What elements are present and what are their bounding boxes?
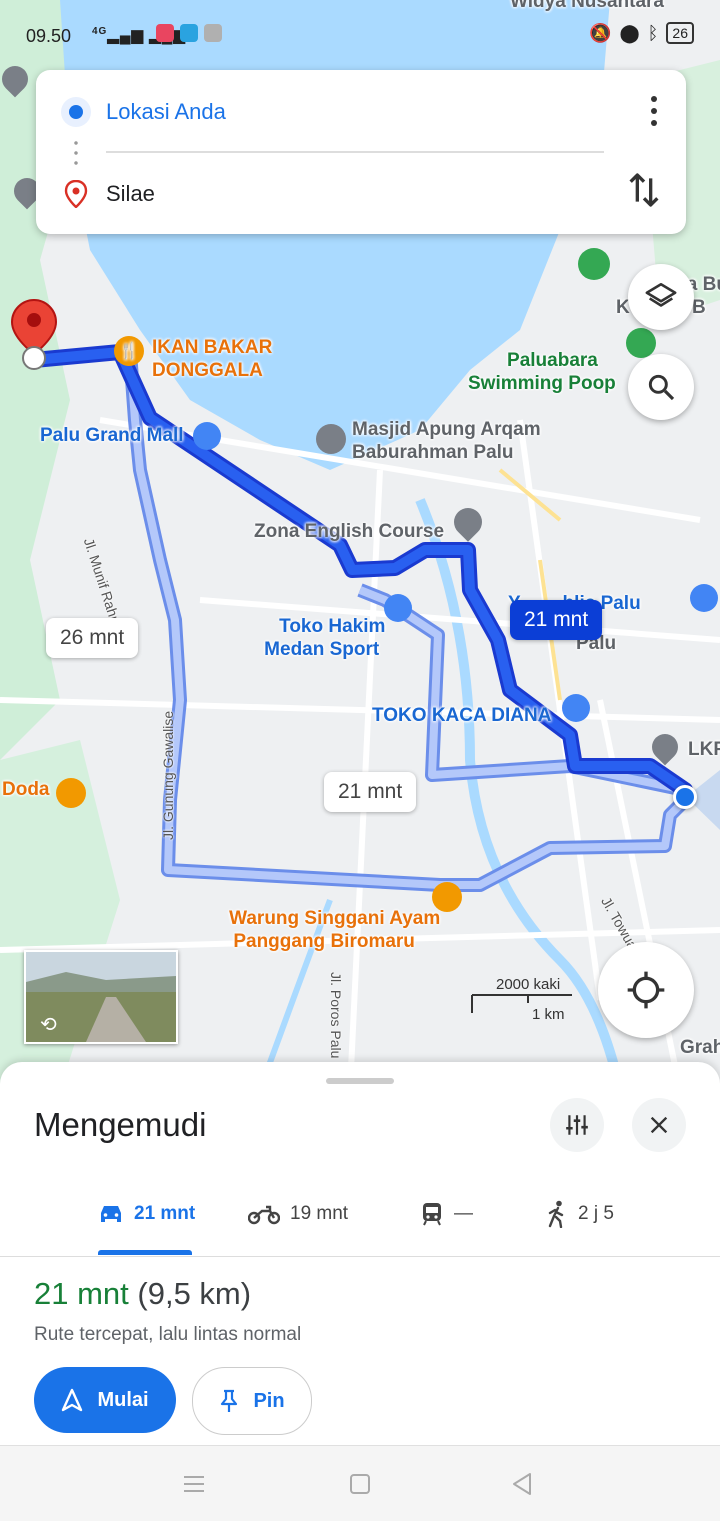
- current-location-dot: [673, 785, 697, 809]
- telegram-icon: [180, 24, 198, 42]
- poi-zona-english[interactable]: Zona English Course: [254, 520, 444, 543]
- pin-icon: [221, 1389, 238, 1412]
- search-icon: [648, 374, 675, 401]
- tab-motorcycle[interactable]: 19 mnt: [248, 1194, 348, 1234]
- bluetooth-icon: ᛒ: [647, 22, 659, 43]
- rotate-360-icon: ⟲: [40, 1014, 57, 1036]
- destination-row[interactable]: Silae: [36, 174, 686, 214]
- search-along-route-button[interactable]: [628, 354, 694, 420]
- origin-dot-icon: [69, 105, 83, 119]
- sheet-title: Mengemudi: [34, 1106, 207, 1143]
- poi-masjid[interactable]: Masjid Apung Arqam Baburahman Palu: [316, 418, 541, 464]
- route-options-button[interactable]: [550, 1098, 604, 1152]
- walk-icon: [548, 1200, 564, 1228]
- music-icon: [156, 24, 174, 42]
- poi-grah: Grah: [680, 1037, 720, 1058]
- tab-walk[interactable]: 2 j 5: [546, 1194, 614, 1234]
- poi-paluabara[interactable]: Paluabara Swimming Poop: [468, 326, 616, 418]
- mosque-icon: [316, 424, 346, 454]
- crosshair-icon: [627, 971, 665, 1009]
- route-duration: 21 mnt: [34, 1276, 129, 1311]
- home-icon[interactable]: [348, 1472, 372, 1496]
- menu-icon[interactable]: [182, 1473, 206, 1495]
- start-navigation-button[interactable]: Mulai: [34, 1367, 176, 1433]
- car-icon: [101, 1206, 121, 1222]
- transit-icon: [423, 1203, 441, 1226]
- poi-toko-kaca[interactable]: TOKO KACA DIANA: [372, 704, 551, 727]
- route-description: Rute tercepat, lalu lintas normal: [34, 1324, 302, 1345]
- restaurant-icon: [432, 882, 462, 912]
- shopping-icon: [192, 422, 221, 450]
- poi-ikan-bakar[interactable]: 🍴 IKAN BAKAR DONGGALA: [114, 336, 272, 382]
- shopping-icon: [384, 594, 412, 622]
- destination-pin-icon[interactable]: [10, 298, 58, 372]
- directions-sheet: Mengemudi 21 mnt 19 mnt — 2 j 5 21 mnt (…: [0, 1062, 720, 1445]
- notification-icons: [156, 24, 222, 42]
- poi-lkp[interactable]: LKP: [688, 738, 720, 761]
- system-navigation-bar: [0, 1445, 720, 1521]
- poi-warung-singgani[interactable]: Warung Singgani Ayam Panggang Biromaru: [208, 884, 440, 976]
- directions-card: Lokasi Anda Silae: [36, 70, 686, 234]
- restaurant-icon: [55, 778, 86, 808]
- route-time-main[interactable]: 21 mnt: [510, 600, 603, 640]
- route-distance: (9,5 km): [137, 1276, 252, 1311]
- road-poros-palu: Jl. Poros Palu: [328, 972, 344, 1059]
- swap-icon[interactable]: [624, 170, 664, 210]
- restaurant-icon: 🍴: [114, 336, 144, 366]
- location-icon: ⬤: [619, 22, 640, 43]
- active-tab-indicator: [98, 1250, 192, 1255]
- tab-transit[interactable]: —: [420, 1194, 473, 1234]
- travel-mode-tabs: 21 mnt 19 mnt — 2 j 5: [0, 1182, 720, 1257]
- shopping-icon: [690, 584, 718, 612]
- park-icon: [626, 328, 656, 358]
- my-location-button[interactable]: [598, 942, 694, 1038]
- divider: [106, 151, 604, 153]
- status-bar: 09.50 4G▂▄▆ ▂▄▆ 🔕 ⬤ ᛒ 26: [0, 0, 720, 70]
- route-time-alt2[interactable]: 21 mnt: [324, 772, 417, 812]
- poi-palu-grand-mall[interactable]: Palu Grand Mall: [40, 422, 221, 450]
- route-time-alt1[interactable]: 26 mnt: [46, 618, 139, 658]
- battery-icon: 26: [666, 22, 694, 44]
- more-options-icon[interactable]: [650, 96, 658, 126]
- destination-marker-icon: [64, 180, 88, 208]
- origin-row[interactable]: Lokasi Anda: [36, 92, 686, 132]
- destination-label: Silae: [106, 181, 155, 206]
- close-button[interactable]: [632, 1098, 686, 1152]
- poi-toko-hakim[interactable]: Toko Hakim Medan Sport: [258, 592, 385, 684]
- tab-car[interactable]: 21 mnt: [98, 1194, 195, 1234]
- back-icon[interactable]: [510, 1471, 534, 1497]
- stack-icon: [204, 24, 222, 42]
- drag-handle[interactable]: [326, 1078, 394, 1084]
- road-gunung-gawalise: Jl. Gunung Gawalise: [160, 710, 176, 840]
- clock: 09.50: [26, 26, 72, 46]
- layers-button[interactable]: [628, 264, 694, 330]
- sports-icon: [578, 248, 610, 280]
- motorcycle-icon: [248, 1205, 280, 1225]
- status-right: 🔕 ⬤ ᛒ 26: [589, 22, 694, 44]
- route-summary: 21 mnt (9,5 km): [34, 1276, 251, 1312]
- mute-icon: 🔕: [589, 22, 612, 43]
- layers-icon: [645, 282, 677, 307]
- street-view-thumbnail[interactable]: ⟲: [24, 950, 178, 1044]
- close-icon: [650, 1116, 668, 1134]
- navigation-arrow-icon: [62, 1388, 83, 1412]
- route-dots-icon: [74, 138, 78, 168]
- origin-label: Lokasi Anda: [106, 99, 226, 124]
- pin-button[interactable]: Pin: [192, 1367, 312, 1435]
- poi-doda[interactable]: Doda: [2, 778, 86, 808]
- shopping-icon: [562, 694, 590, 722]
- map-scale: 2000 kaki 1 km: [470, 976, 574, 1023]
- tune-icon: [566, 1115, 588, 1135]
